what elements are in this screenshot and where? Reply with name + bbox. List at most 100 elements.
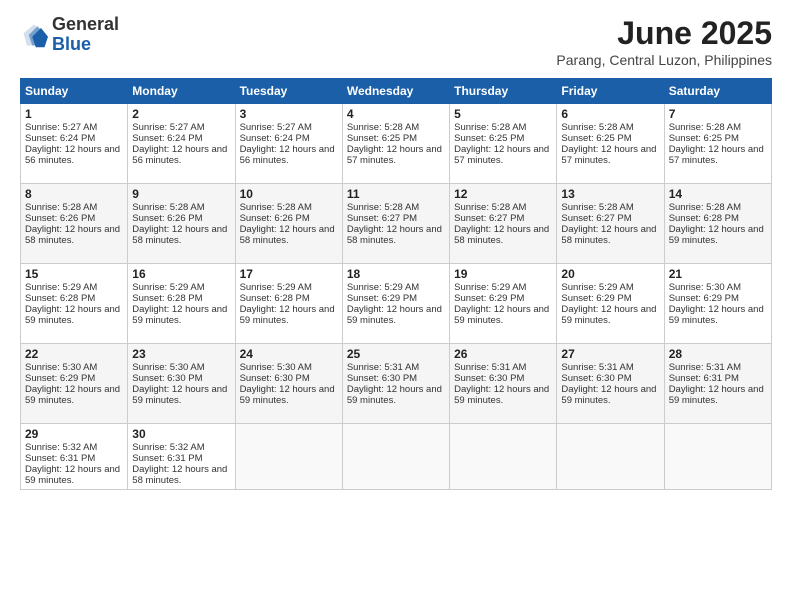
sunrise-text: Sunrise: 5:31 AM [347, 362, 419, 373]
day-number: 23 [132, 347, 230, 361]
day-number: 5 [454, 107, 552, 121]
day-number: 27 [561, 347, 659, 361]
day-number: 1 [25, 107, 123, 121]
sunrise-text: Sunrise: 5:28 AM [454, 202, 526, 213]
day-number: 20 [561, 267, 659, 281]
day-number: 14 [669, 187, 767, 201]
day-number: 15 [25, 267, 123, 281]
calendar-cell: 18Sunrise: 5:29 AMSunset: 6:29 PMDayligh… [342, 264, 449, 344]
sunrise-text: Sunrise: 5:28 AM [669, 202, 741, 213]
daylight-label: Daylight: 12 hours and 57 minutes. [454, 144, 549, 166]
sunset-text: Sunset: 6:25 PM [454, 133, 524, 144]
sunrise-text: Sunrise: 5:31 AM [454, 362, 526, 373]
calendar-row-5: 29Sunrise: 5:32 AMSunset: 6:31 PMDayligh… [21, 424, 772, 490]
sunrise-text: Sunrise: 5:28 AM [240, 202, 312, 213]
calendar-row-2: 8Sunrise: 5:28 AMSunset: 6:26 PMDaylight… [21, 184, 772, 264]
day-number: 10 [240, 187, 338, 201]
daylight-label: Daylight: 12 hours and 59 minutes. [132, 304, 227, 326]
calendar-cell: 10Sunrise: 5:28 AMSunset: 6:26 PMDayligh… [235, 184, 342, 264]
daylight-label: Daylight: 12 hours and 58 minutes. [25, 224, 120, 246]
daylight-label: Daylight: 12 hours and 58 minutes. [132, 224, 227, 246]
daylight-label: Daylight: 12 hours and 56 minutes. [25, 144, 120, 166]
calendar-cell: 1Sunrise: 5:27 AMSunset: 6:24 PMDaylight… [21, 104, 128, 184]
sunset-text: Sunset: 6:29 PM [561, 293, 631, 304]
day-number: 8 [25, 187, 123, 201]
calendar-cell: 29Sunrise: 5:32 AMSunset: 6:31 PMDayligh… [21, 424, 128, 490]
sunrise-text: Sunrise: 5:30 AM [240, 362, 312, 373]
daylight-label: Daylight: 12 hours and 59 minutes. [347, 384, 442, 406]
sunset-text: Sunset: 6:26 PM [132, 213, 202, 224]
day-number: 13 [561, 187, 659, 201]
sunrise-text: Sunrise: 5:29 AM [240, 282, 312, 293]
day-number: 7 [669, 107, 767, 121]
daylight-label: Daylight: 12 hours and 59 minutes. [561, 304, 656, 326]
sunset-text: Sunset: 6:30 PM [454, 373, 524, 384]
sunset-text: Sunset: 6:24 PM [25, 133, 95, 144]
calendar-cell: 30Sunrise: 5:32 AMSunset: 6:31 PMDayligh… [128, 424, 235, 490]
calendar-cell: 11Sunrise: 5:28 AMSunset: 6:27 PMDayligh… [342, 184, 449, 264]
calendar-cell: 24Sunrise: 5:30 AMSunset: 6:30 PMDayligh… [235, 344, 342, 424]
calendar-row-3: 15Sunrise: 5:29 AMSunset: 6:28 PMDayligh… [21, 264, 772, 344]
daylight-label: Daylight: 12 hours and 56 minutes. [240, 144, 335, 166]
logo-blue: Blue [52, 34, 91, 54]
calendar-row-4: 22Sunrise: 5:30 AMSunset: 6:29 PMDayligh… [21, 344, 772, 424]
sunset-text: Sunset: 6:26 PM [240, 213, 310, 224]
day-number: 25 [347, 347, 445, 361]
sunrise-text: Sunrise: 5:29 AM [132, 282, 204, 293]
sunset-text: Sunset: 6:25 PM [561, 133, 631, 144]
weekday-thursday: Thursday [450, 79, 557, 104]
weekday-saturday: Saturday [664, 79, 771, 104]
calendar-cell: 3Sunrise: 5:27 AMSunset: 6:24 PMDaylight… [235, 104, 342, 184]
sunset-text: Sunset: 6:30 PM [347, 373, 417, 384]
calendar-title: June 2025 [556, 15, 772, 52]
day-number: 28 [669, 347, 767, 361]
sunrise-text: Sunrise: 5:29 AM [347, 282, 419, 293]
calendar-cell [450, 424, 557, 490]
sunrise-text: Sunrise: 5:28 AM [669, 122, 741, 133]
day-number: 9 [132, 187, 230, 201]
sunrise-text: Sunrise: 5:28 AM [25, 202, 97, 213]
calendar-cell: 2Sunrise: 5:27 AMSunset: 6:24 PMDaylight… [128, 104, 235, 184]
sunrise-text: Sunrise: 5:30 AM [132, 362, 204, 373]
sunset-text: Sunset: 6:29 PM [669, 293, 739, 304]
sunset-text: Sunset: 6:28 PM [669, 213, 739, 224]
sunrise-text: Sunrise: 5:28 AM [561, 202, 633, 213]
sunset-text: Sunset: 6:27 PM [454, 213, 524, 224]
day-number: 12 [454, 187, 552, 201]
calendar-cell: 19Sunrise: 5:29 AMSunset: 6:29 PMDayligh… [450, 264, 557, 344]
calendar-table: SundayMondayTuesdayWednesdayThursdayFrid… [20, 78, 772, 490]
sunset-text: Sunset: 6:28 PM [132, 293, 202, 304]
sunrise-text: Sunrise: 5:29 AM [25, 282, 97, 293]
daylight-label: Daylight: 12 hours and 59 minutes. [669, 224, 764, 246]
day-number: 17 [240, 267, 338, 281]
daylight-label: Daylight: 12 hours and 58 minutes. [132, 464, 227, 486]
sunset-text: Sunset: 6:31 PM [132, 453, 202, 464]
calendar-cell [235, 424, 342, 490]
daylight-label: Daylight: 12 hours and 59 minutes. [25, 464, 120, 486]
day-number: 3 [240, 107, 338, 121]
sunrise-text: Sunrise: 5:28 AM [347, 122, 419, 133]
daylight-label: Daylight: 12 hours and 56 minutes. [132, 144, 227, 166]
calendar-cell: 28Sunrise: 5:31 AMSunset: 6:31 PMDayligh… [664, 344, 771, 424]
sunset-text: Sunset: 6:24 PM [240, 133, 310, 144]
day-number: 11 [347, 187, 445, 201]
sunrise-text: Sunrise: 5:28 AM [347, 202, 419, 213]
weekday-monday: Monday [128, 79, 235, 104]
calendar-cell [342, 424, 449, 490]
calendar-row-1: 1Sunrise: 5:27 AMSunset: 6:24 PMDaylight… [21, 104, 772, 184]
sunset-text: Sunset: 6:27 PM [561, 213, 631, 224]
sunset-text: Sunset: 6:25 PM [347, 133, 417, 144]
calendar-cell: 16Sunrise: 5:29 AMSunset: 6:28 PMDayligh… [128, 264, 235, 344]
day-number: 18 [347, 267, 445, 281]
weekday-friday: Friday [557, 79, 664, 104]
sunset-text: Sunset: 6:24 PM [132, 133, 202, 144]
day-number: 22 [25, 347, 123, 361]
sunset-text: Sunset: 6:28 PM [240, 293, 310, 304]
weekday-sunday: Sunday [21, 79, 128, 104]
calendar-subtitle: Parang, Central Luzon, Philippines [556, 52, 772, 68]
header: General Blue June 2025 Parang, Central L… [20, 15, 772, 68]
daylight-label: Daylight: 12 hours and 57 minutes. [347, 144, 442, 166]
calendar-cell: 20Sunrise: 5:29 AMSunset: 6:29 PMDayligh… [557, 264, 664, 344]
daylight-label: Daylight: 12 hours and 59 minutes. [240, 304, 335, 326]
daylight-label: Daylight: 12 hours and 58 minutes. [240, 224, 335, 246]
